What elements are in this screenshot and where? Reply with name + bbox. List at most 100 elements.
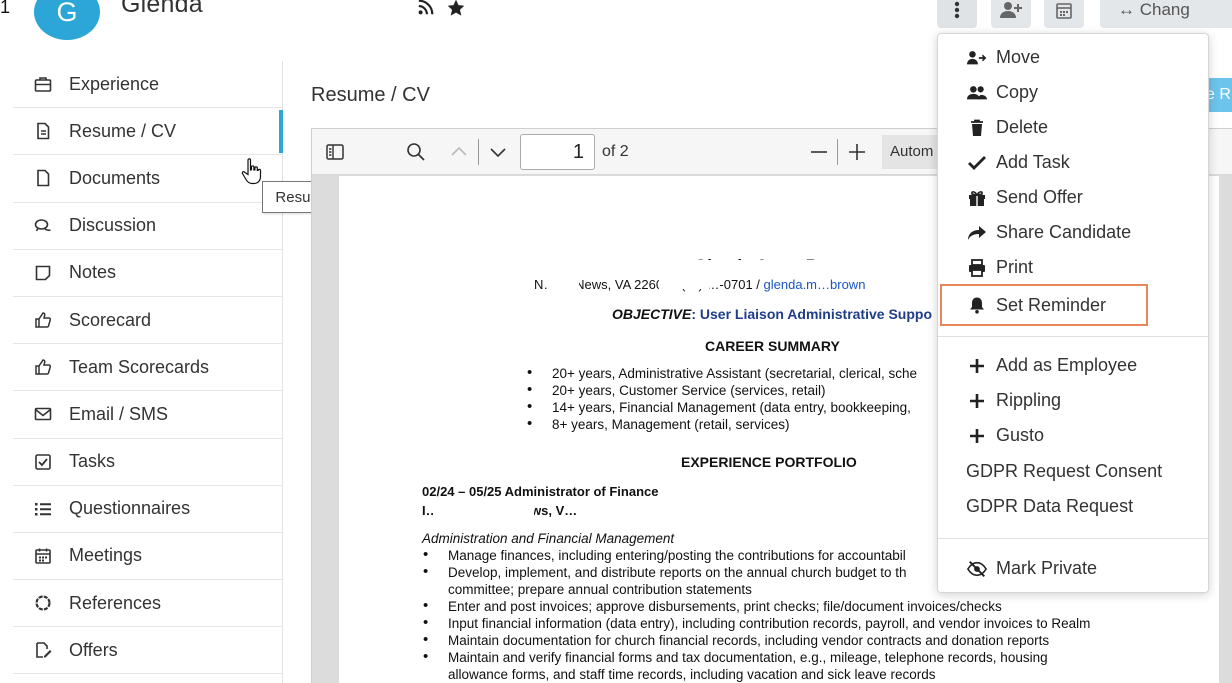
menu-divider <box>938 336 1208 337</box>
email-link[interactable]: glenda.m…brown <box>764 277 866 292</box>
menu-item-mark-private[interactable]: Mark Private <box>938 551 1208 586</box>
career-bullet: 14+ years, Financial Management (data en… <box>527 398 911 415</box>
menu-item-label: Delete <box>996 117 1049 137</box>
menu-item-label: Add as Employee <box>996 355 1138 375</box>
menu-item-send-offer[interactable]: Send Offer <box>938 180 1208 215</box>
menu-item-label: Add Task <box>996 152 1070 172</box>
redaction <box>614 503 704 518</box>
user-plus-icon <box>1000 2 1022 18</box>
circle-icon <box>33 593 53 613</box>
plus-icon <box>966 357 988 375</box>
menu-item-label: Set Reminder <box>996 294 1107 315</box>
menu-item-add-as-employee[interactable]: Add as Employee <box>938 348 1208 383</box>
bell-icon <box>966 296 988 314</box>
page-number-input[interactable]: 1 <box>520 134 595 170</box>
more-actions-button[interactable] <box>937 0 977 28</box>
sidebar-item-team-scorecards[interactable]: Team Scorecards <box>13 344 282 392</box>
sidebar-item-discussion[interactable]: Discussion <box>13 203 282 250</box>
sidebar-item-resume[interactable]: Resume / CV <box>13 108 283 156</box>
admin-heading: Administration and Financial Management <box>422 531 675 546</box>
menu-item-label: Send Offer <box>996 187 1083 207</box>
sidebar-item-meetings[interactable]: Meetings <box>13 533 282 581</box>
menu-item-label: Rippling <box>996 390 1062 410</box>
kebab-icon <box>954 1 960 19</box>
menu-item-set-reminder[interactable]: Set Reminder <box>940 284 1148 326</box>
sidebar-item-references[interactable]: References <box>13 580 282 628</box>
menu-item-gdpr-request-consent[interactable]: GDPR Request Consent <box>938 454 1208 489</box>
redaction <box>659 277 709 289</box>
sidebar-toggle-icon[interactable] <box>320 139 350 165</box>
actions-dropdown-menu: Move Copy Delete Add Task Send Offer Sha… <box>937 33 1209 593</box>
calendar-button[interactable] <box>1044 0 1084 28</box>
thumbs-up-icon <box>33 310 53 330</box>
print-icon <box>966 258 988 277</box>
sidebar-item-questionnaires[interactable]: Questionnaires <box>13 486 282 533</box>
sidebar-item-email-sms[interactable]: Email / SMS <box>13 391 282 439</box>
add-user-button[interactable] <box>991 0 1031 28</box>
rss-icon[interactable] <box>417 0 435 16</box>
chevron-down-icon[interactable] <box>484 139 512 165</box>
change-stage-button[interactable]: ↔ Chang <box>1100 0 1232 28</box>
signature-icon <box>33 640 53 660</box>
menu-item-delete[interactable]: Delete <box>938 110 1208 145</box>
sidebar-item-label: Discussion <box>69 215 157 236</box>
redaction <box>535 260 915 273</box>
sidebar-item-offers[interactable]: Offers <box>13 627 282 675</box>
menu-item-label: Copy <box>996 82 1039 102</box>
objective-text: : User Liaison Administrative Suppo <box>691 306 932 322</box>
menu-item-move[interactable]: Move <box>938 40 1208 75</box>
menu-item-label: GDPR Request Consent <box>966 461 1163 481</box>
objective-label: OBJECTIVE <box>612 306 692 322</box>
duty-bullet: Maintain and verify financial forms and … <box>423 648 1048 665</box>
menu-item-gusto[interactable]: Gusto <box>938 418 1208 453</box>
users-icon <box>966 84 988 102</box>
menu-item-copy[interactable]: Copy <box>938 75 1208 110</box>
file-icon <box>33 168 53 188</box>
sidebar-item-label: Documents <box>69 167 161 188</box>
briefcase-icon <box>33 74 53 94</box>
sidebar-item-scorecard[interactable]: Scorecard <box>13 297 282 345</box>
avatar: G <box>34 0 100 40</box>
sidebar-item-label: Scorecard <box>69 309 152 330</box>
toolbar-divider <box>837 139 838 165</box>
duty-bullet: Enter and post invoices; approve disburs… <box>423 597 1002 614</box>
experience-heading: EXPERIENCE PORTFOLIO <box>681 454 857 470</box>
sidebar-item-notes[interactable]: Notes <box>13 250 282 297</box>
sidebar-item-tasks[interactable]: Tasks <box>13 439 282 486</box>
gift-icon <box>966 189 988 207</box>
name-redaction <box>228 0 408 14</box>
menu-item-gdpr-data-request[interactable]: GDPR Data Request <box>938 489 1208 524</box>
zoom-out-icon[interactable] <box>806 139 832 165</box>
chevron-up-icon[interactable] <box>445 139 473 165</box>
menu-item-share-candidate[interactable]: Share Candidate <box>938 215 1208 250</box>
toolbar-divider <box>478 139 479 165</box>
objective-line: OBJECTIVE: User Liaison Administrative S… <box>612 306 932 322</box>
note-icon <box>33 263 53 283</box>
duty-bullet: Manage finances, including entering/post… <box>423 546 906 563</box>
sidebar-item-label: Questionnaires <box>69 498 191 519</box>
duty-line-continued: allowance forms, and staff time records,… <box>448 667 936 682</box>
search-icon[interactable] <box>402 139 430 165</box>
sidebar-item-label: Notes <box>69 262 117 283</box>
eye-slash-icon <box>966 560 988 578</box>
sidebar-item-label: Resume / CV <box>69 120 177 141</box>
menu-divider <box>938 538 1208 539</box>
zoom-in-icon[interactable] <box>844 139 870 165</box>
menu-item-add-task[interactable]: Add Task <box>938 145 1208 180</box>
sidebar-item-label: References <box>69 592 162 613</box>
menu-item-label: Print <box>996 257 1034 277</box>
trash-icon <box>966 119 988 137</box>
list-icon <box>33 499 53 519</box>
plus-icon <box>966 427 988 445</box>
star-icon[interactable] <box>446 0 466 18</box>
career-bullet: 8+ years, Management (retail, services) <box>527 415 790 432</box>
redaction <box>434 503 534 518</box>
sidebar-item-experience[interactable]: Experience <box>13 61 282 109</box>
user-arrow-icon <box>966 49 988 67</box>
chat-icon <box>33 216 53 236</box>
sidebar-item-label: Experience <box>69 73 160 94</box>
menu-item-rippling[interactable]: Rippling <box>938 383 1208 418</box>
redaction <box>422 476 712 485</box>
career-bullet: 20+ years, Customer Service (services, r… <box>527 381 826 398</box>
menu-item-print[interactable]: Print <box>938 250 1208 285</box>
